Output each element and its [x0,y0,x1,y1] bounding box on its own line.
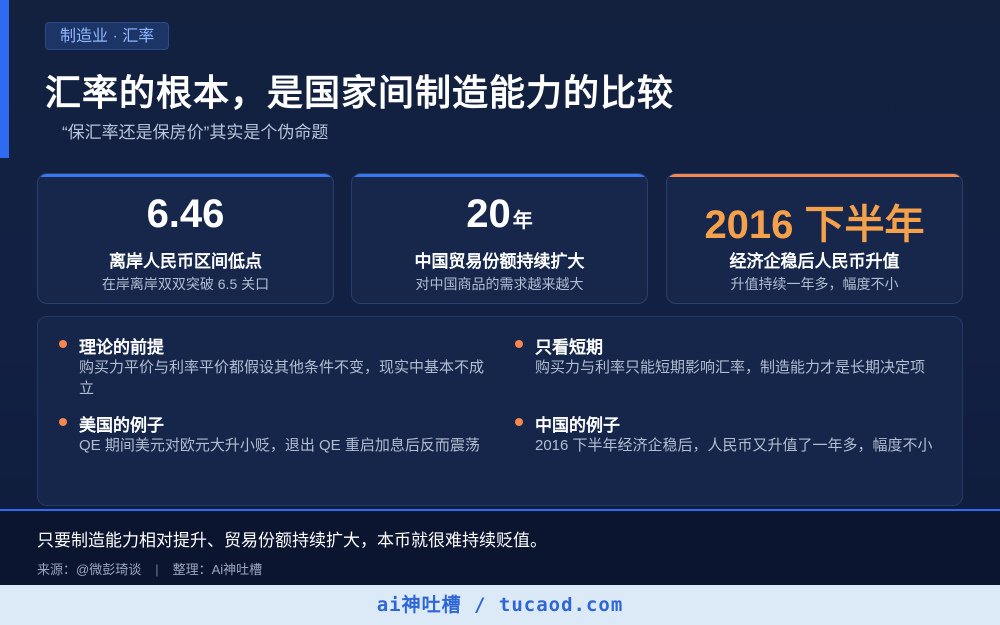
point-heading: 只看短期 [535,338,603,357]
point-body: QE 期间美元对欧元大升小贬，退出 QE 重启加息后反而震荡 [79,437,480,454]
source-line: 来源：@微彭琦谈 | 整理：Ai神吐槽 [37,559,262,578]
bullet-dot [515,418,523,426]
stat-desc: 升值持续一年多，幅度不小 [730,276,899,292]
stat-desc: 在岸离岸双双突破 6.5 关口 [101,276,270,292]
stat-card-trade-share: 20 年 中国贸易份额持续扩大 对中国商品的需求越来越大 [351,173,648,304]
stat-desc: 对中国商品的需求越来越大 [415,276,584,292]
point-body: 购买力平价与利率平价都假设其他条件不变，现实中基本不成立 [79,359,485,397]
bullet-dot [515,340,523,348]
stat-card-low-point: 6.46 离岸人民币区间低点 在岸离岸双双突破 6.5 关口 [37,173,334,304]
editor-credit: 整理：Ai神吐槽 [172,562,263,577]
stat-card-appreciation: 2016 下半年 经济企稳后人民币升值 升值持续一年多，幅度不小 [666,173,963,304]
conclusion-bar: 只要制造能力相对提升、贸易份额持续扩大，本币就很难持续贬值。 来源：@微彭琦谈 |… [0,509,1000,585]
stat-value: 2016 下半年 [704,203,925,247]
page-subtitle: “保汇率还是保房价”其实是个伪命题 [62,123,329,142]
point-body: 2016 下半年经济企稳后，人民币又升值了一年多，幅度不小 [535,437,933,454]
separator: | [155,562,159,577]
stat-label: 中国贸易份额持续扩大 [414,252,585,271]
bullet-dot [59,418,67,426]
point-heading: 中国的例子 [535,416,620,435]
point-heading: 理论的前提 [79,338,164,357]
stat-label: 离岸人民币区间低点 [109,252,262,271]
stat-value: 20 年 [466,192,533,236]
footer-watermark: ai神吐槽 / tucaod.com [0,585,1000,625]
stat-value: 6.46 [146,192,225,236]
stat-label: 经济企稳后人民币升值 [729,252,900,271]
source-credit: 来源：@微彭琦谈 [37,562,142,577]
page-title: 汇率的根本，是国家间制造能力的比较 [45,72,675,113]
accent-bar [0,0,9,158]
point-heading: 美国的例子 [79,416,164,435]
key-points-panel: 理论的前提 购买力平价与利率平价都假设其他条件不变，现实中基本不成立 只看短期 … [37,316,963,506]
slide: 制造业 · 汇率 汇率的根本，是国家间制造能力的比较 “保汇率还是保房价”其实是… [0,0,1000,585]
conclusion-text: 只要制造能力相对提升、贸易份额持续扩大，本币就很难持续贬值。 [37,531,547,550]
stat-unit: 年 [512,210,533,232]
bullet-dot [59,340,67,348]
point-body: 购买力与利率只能短期影响汇率，制造能力才是长期决定项 [535,359,926,376]
category-tag: 制造业 · 汇率 [45,22,170,50]
